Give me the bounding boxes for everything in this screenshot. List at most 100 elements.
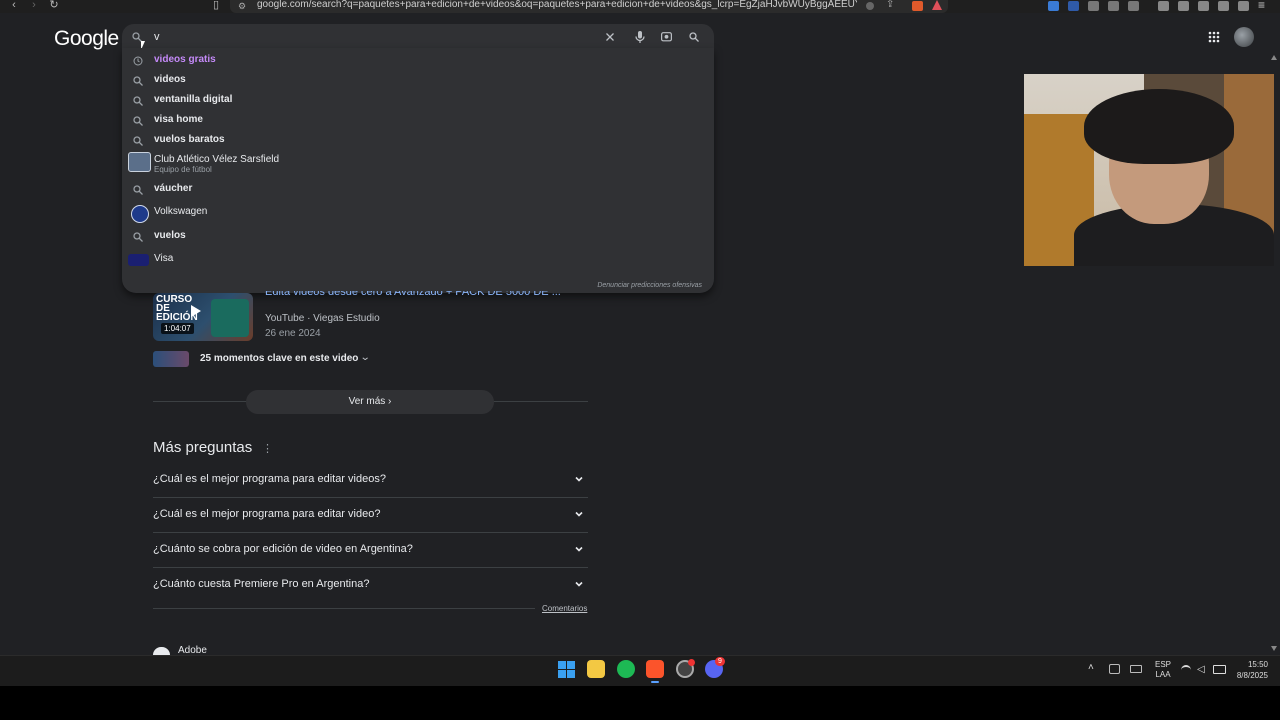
question-row[interactable]: ¿Cuánto cuesta Premiere Pro en Argentina… [153, 568, 588, 602]
store-icon[interactable] [587, 660, 605, 678]
site-info-icon[interactable]: ⚙ [238, 1, 246, 12]
suggestion-item[interactable]: videos gratis [122, 51, 714, 71]
people-also-ask-heading: Más preguntas [153, 439, 253, 456]
visa-logo [128, 254, 149, 266]
history-icon [133, 56, 143, 66]
leo-ai-icon[interactable] [1218, 1, 1229, 11]
brave-icon[interactable] [646, 660, 664, 678]
search-icon [133, 116, 143, 126]
volkswagen-logo [131, 205, 149, 223]
suggestion-text: videos [154, 74, 186, 85]
account-avatar[interactable] [1234, 27, 1254, 47]
suggestion-item[interactable]: vuelos [122, 227, 714, 247]
adobe-favicon [153, 647, 170, 655]
ver-mas-button[interactable]: Ver más › [246, 390, 494, 414]
brave-rewards-icon[interactable] [932, 0, 942, 10]
notification-dot [688, 659, 695, 666]
suggestion-item-entity[interactable]: Volkswagen [122, 203, 714, 223]
video-date: 26 ene 2024 [265, 328, 321, 339]
extension-icon[interactable] [1088, 1, 1099, 11]
menu-icon[interactable]: ≡ [1258, 0, 1265, 12]
volume-icon[interactable]: ◁ [1197, 664, 1205, 675]
media-icon[interactable] [1158, 1, 1169, 11]
suggestion-item-entity[interactable]: Club Atlético Vélez Sarsfield Equipo de … [122, 151, 714, 175]
question-row[interactable]: ¿Cuál es el mejor programa para editar v… [153, 498, 588, 533]
back-icon[interactable]: ‹ [8, 0, 20, 12]
vpn-icon[interactable] [1238, 1, 1249, 11]
camera-search-icon[interactable] [660, 30, 673, 43]
play-icon [191, 305, 201, 317]
suggestion-item-entity[interactable]: Visa [122, 250, 714, 270]
suggestion-text: videos gratis [154, 54, 216, 65]
question-text: ¿Cuánto se cobra por edición de video en… [153, 543, 413, 555]
windows-start-icon[interactable] [558, 661, 575, 678]
chevron-down-icon [575, 581, 583, 587]
scroll-up-arrow[interactable] [1271, 55, 1277, 60]
question-row[interactable]: ¿Cuál es el mejor programa para editar v… [153, 463, 588, 498]
suggestion-item[interactable]: ventanilla digital [122, 91, 714, 111]
video-source: YouTube · Viegas Estudio [265, 313, 380, 324]
chevron-down-icon [575, 511, 583, 517]
sidebar-icon[interactable] [1178, 1, 1189, 11]
bookmark-icon[interactable]: ▯ [210, 0, 222, 12]
keyboard-icon[interactable] [1130, 665, 1142, 673]
suggestion-item[interactable]: váucher [122, 180, 714, 200]
autocomplete-dropdown: videos gratis videos ventanilla digital … [122, 48, 714, 293]
search-box[interactable] [122, 24, 714, 50]
question-row[interactable]: ¿Cuánto se cobra por edición de video en… [153, 533, 588, 568]
clock[interactable]: 15:50 8/8/2025 [1232, 659, 1268, 681]
language-indicator[interactable]: ESP LAA [1155, 660, 1171, 680]
wifi-icon[interactable] [1181, 665, 1191, 675]
language-code: ESP [1155, 660, 1172, 669]
search-icon [133, 136, 143, 146]
brave-shields-icon[interactable] [912, 1, 923, 11]
report-predictions-link[interactable]: Denunciar predicciones ofensivas [597, 282, 702, 289]
google-logo[interactable]: Google [54, 27, 119, 51]
chevron-down-icon [575, 476, 583, 482]
next-result-site[interactable]: Adobe [178, 645, 207, 655]
suggestion-text: Club Atlético Vélez Sarsfield [154, 154, 280, 165]
extension-translate-icon[interactable] [1048, 1, 1059, 11]
apps-grid-icon[interactable] [1208, 31, 1220, 43]
microphone-icon[interactable] [634, 30, 646, 44]
suggestion-item[interactable]: visa home [122, 111, 714, 131]
video-duration: 1:04:07 [161, 323, 194, 334]
search-icon [133, 96, 143, 106]
suggestion-item[interactable]: videos [122, 71, 714, 91]
scroll-down-arrow[interactable] [1271, 646, 1277, 651]
velez-logo [128, 152, 151, 172]
extension-icon[interactable] [1128, 1, 1139, 11]
video-thumbnail[interactable]: CURSO DE EDICIÓN 1:04:07 [153, 293, 253, 341]
show-hidden-icons[interactable]: ˄ [1088, 662, 1094, 673]
tray-app-icon[interactable] [1109, 664, 1120, 674]
question-text: ¿Cuánto cuesta Premiere Pro en Argentina… [153, 578, 370, 590]
battery-icon[interactable] [1213, 665, 1226, 674]
suggestion-text: visa home [154, 114, 203, 125]
forward-icon[interactable]: › [28, 0, 40, 12]
search-icon [133, 232, 143, 242]
location-icon[interactable] [866, 2, 874, 10]
wallet-icon[interactable] [1198, 1, 1209, 11]
reload-icon[interactable]: ↻ [48, 0, 60, 12]
question-text: ¿Cuál es el mejor programa para editar v… [153, 508, 381, 520]
share-icon[interactable]: ⇪ [886, 0, 894, 10]
language-layout: LAA [1155, 670, 1171, 679]
chevron-down-icon [575, 546, 583, 552]
suggestion-item[interactable]: vuelos baratos [122, 131, 714, 151]
extension-icon[interactable] [1068, 1, 1079, 11]
ver-mas-label: Ver más [348, 396, 386, 407]
search-icon [133, 76, 143, 86]
search-input[interactable]: v [154, 31, 160, 43]
letterbox-bar [0, 686, 1280, 720]
chevron-down-icon[interactable]: ⌄ [360, 352, 371, 363]
feedback-link[interactable]: Comentarios [542, 604, 587, 613]
more-options-icon[interactable]: ⋮ [262, 442, 273, 455]
spotify-icon[interactable] [617, 660, 635, 678]
active-app-indicator [651, 681, 659, 683]
suggestion-subtitle: Equipo de fútbol [154, 165, 212, 174]
extensions-puzzle-icon[interactable] [1108, 1, 1119, 11]
url-text[interactable]: google.com/search?q=paquetes+para+edicio… [257, 0, 857, 10]
key-moments-label[interactable]: 25 momentos clave en este video [200, 353, 358, 364]
clear-icon[interactable] [604, 31, 616, 43]
search-submit-icon[interactable] [688, 31, 700, 43]
